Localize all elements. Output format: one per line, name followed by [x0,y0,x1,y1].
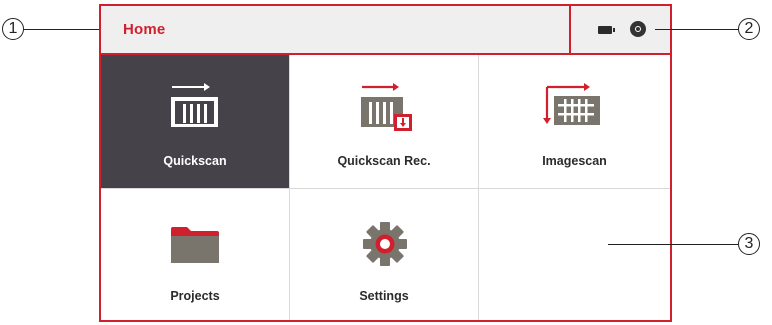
callout-2-leader [655,29,738,31]
tile-label: Quickscan [163,154,227,168]
device-screen: Home Quickscan Quickscan Rec. Imagescan … [99,4,672,322]
tile-label: Imagescan [542,154,607,168]
callout-3: 3 [738,233,760,255]
tile-label: Projects [170,289,220,303]
disc-icon [630,21,646,37]
imagescan-icon [543,83,600,125]
page-title: Home [123,21,166,38]
tile-imagescan[interactable]: Imagescan [479,55,670,189]
home-grid: Quickscan Quickscan Rec. Imagescan Proje… [101,55,670,320]
folder-icon [171,227,219,263]
gear-icon [363,222,407,266]
callout-3-leader [608,244,738,246]
tile-quickscan-rec[interactable]: Quickscan Rec. [290,55,479,189]
status-divider [569,6,571,53]
tile-label: Settings [359,289,409,303]
tile-settings[interactable]: Settings [290,189,479,320]
callout-2: 2 [738,18,760,40]
header-bar: Home [101,6,670,55]
tile-label: Quickscan Rec. [337,154,431,168]
callout-1-leader [24,29,99,31]
quickscan-rec-icon [361,83,412,131]
tile-empty [479,189,670,320]
battery-icon [598,26,615,34]
tile-quickscan[interactable]: Quickscan [101,55,290,189]
quickscan-icon [171,83,218,127]
tile-projects[interactable]: Projects [101,189,290,320]
callout-1: 1 [2,18,24,40]
